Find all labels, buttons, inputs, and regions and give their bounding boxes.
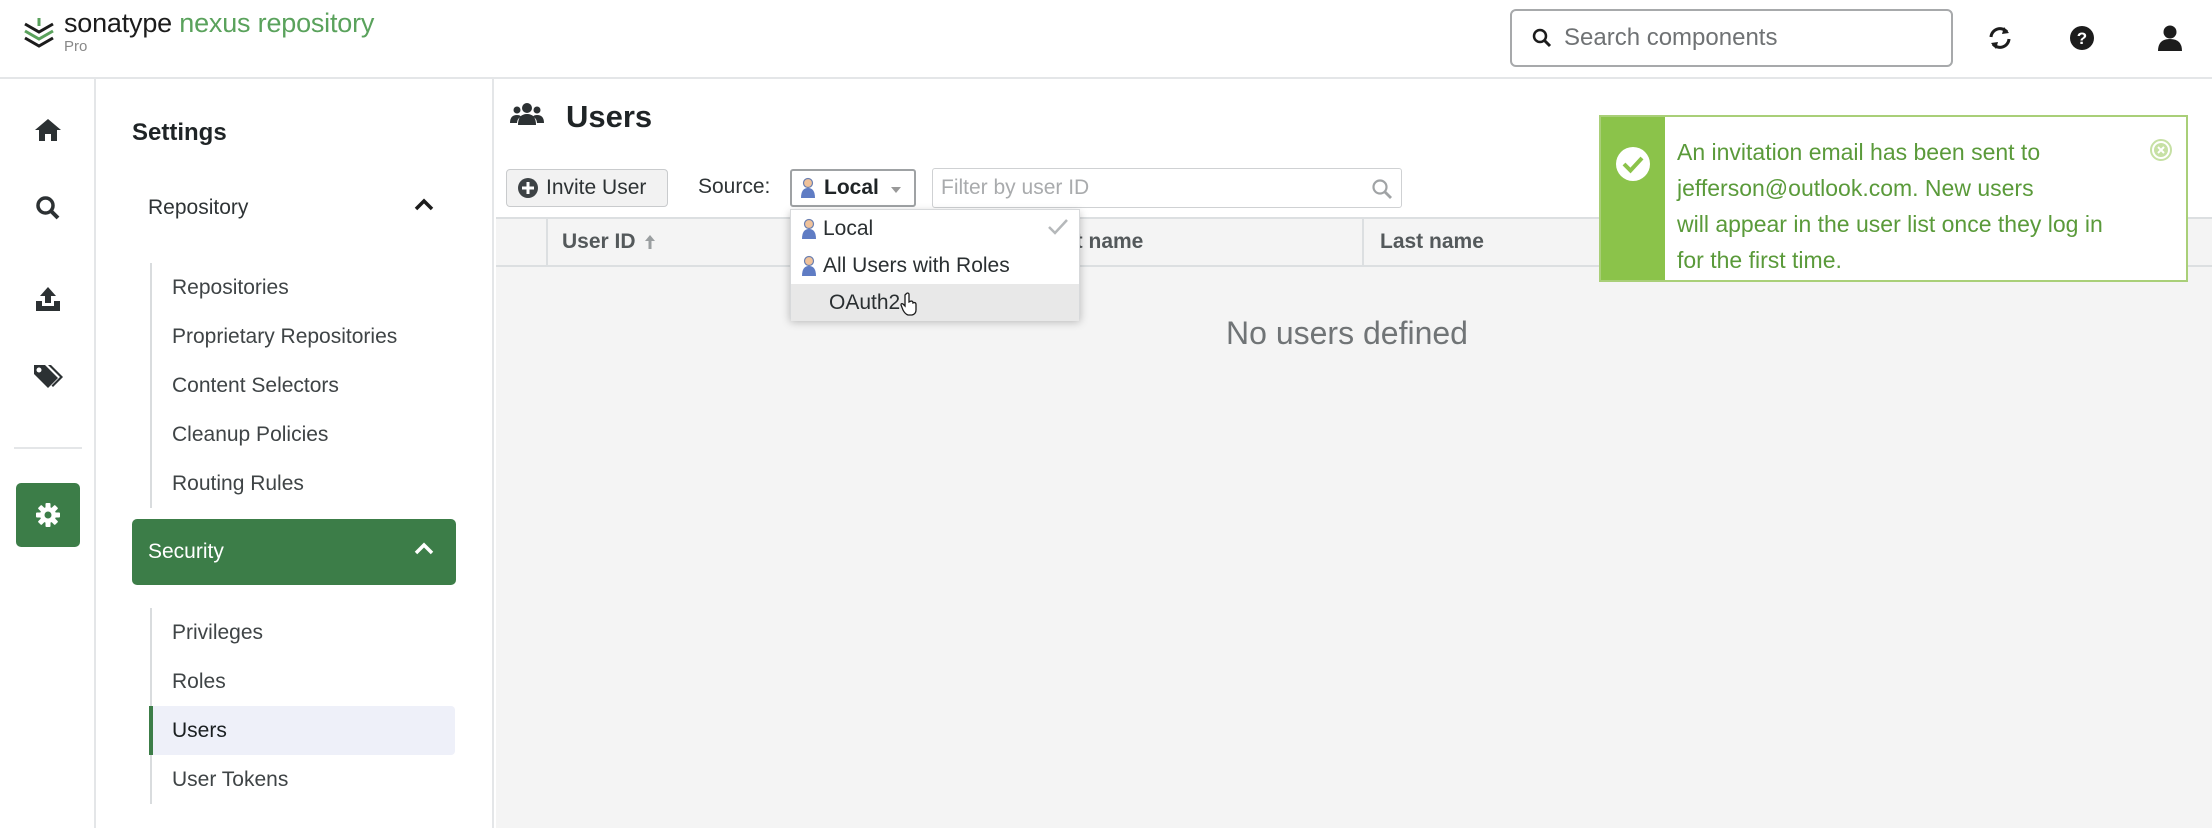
check-circle-icon <box>1616 147 1650 181</box>
left-nav <box>0 79 96 828</box>
settings-item-proprietary-repositories[interactable]: Proprietary Repositories <box>152 312 458 361</box>
page-title: Users <box>566 99 653 134</box>
filter-user-box[interactable] <box>932 168 1402 208</box>
source-label: Source: <box>698 175 771 198</box>
source-option-oauth2[interactable]: OAuth2 <box>791 284 1079 321</box>
source-option-local[interactable]: Local <box>791 210 1079 247</box>
caret-down-icon <box>891 187 901 193</box>
settings-item-cleanup-policies[interactable]: Cleanup Policies <box>152 410 458 459</box>
source-select-value: Local <box>824 176 879 199</box>
settings-title: Settings <box>132 119 227 146</box>
invitation-success-toast: An invitation email has been sent to jef… <box>1599 115 2188 282</box>
settings-item-users[interactable]: Users <box>149 706 455 755</box>
plus-circle-icon <box>518 178 538 198</box>
hand-cursor-icon <box>900 292 917 316</box>
security-group-label: Security <box>148 540 224 563</box>
settings-icon[interactable] <box>16 483 80 547</box>
user-source-icon <box>802 255 816 276</box>
svg-text:?: ? <box>2077 29 2087 48</box>
settings-item-roles[interactable]: Roles <box>152 657 458 706</box>
filter-user-input[interactable] <box>941 176 1361 200</box>
refresh-icon[interactable] <box>1984 22 2016 54</box>
search-icon <box>1532 28 1552 48</box>
app-logo[interactable]: sonatype nexus repository Pro <box>22 10 374 54</box>
settings-item-repositories[interactable]: Repositories <box>152 263 458 312</box>
checkmark-icon <box>1048 219 1068 235</box>
search-components-box[interactable] <box>1510 9 1953 67</box>
close-icon[interactable] <box>2150 139 2172 161</box>
settings-item-content-selectors[interactable]: Content Selectors <box>152 361 458 410</box>
search-components-input[interactable] <box>1564 24 1944 52</box>
tags-icon[interactable] <box>16 345 80 409</box>
settings-item-privileges[interactable]: Privileges <box>152 608 458 657</box>
upload-icon[interactable] <box>16 267 80 331</box>
invite-user-button[interactable]: Invite User <box>506 169 668 207</box>
sonatype-logo-icon <box>24 18 54 48</box>
help-icon[interactable]: ? <box>2066 22 2098 54</box>
user-icon[interactable] <box>2154 22 2186 54</box>
top-bar: sonatype nexus repository Pro ? <box>0 0 2212 79</box>
logo-edition: Pro <box>64 38 88 55</box>
column-user-id[interactable]: User ID <box>562 219 656 265</box>
invite-user-label: Invite User <box>546 176 647 199</box>
magnifier-icon <box>1372 179 1392 199</box>
source-dropdown-menu: Local All Users with Roles OAuth2 <box>790 209 1080 321</box>
logo-product: nexus repository <box>179 8 375 38</box>
column-last-name[interactable]: Last name <box>1380 219 1484 265</box>
column-divider <box>1362 219 1364 265</box>
chevron-up-icon <box>414 198 434 211</box>
sort-up-icon <box>644 235 655 249</box>
settings-item-routing-rules[interactable]: Routing Rules <box>152 459 458 508</box>
empty-state-message: No users defined <box>1226 315 1468 351</box>
toast-status-bar <box>1601 117 1665 280</box>
source-option-all-users-with-roles[interactable]: All Users with Roles <box>791 247 1079 284</box>
repository-group-label: Repository <box>148 196 249 219</box>
logo-brand: sonatype <box>64 8 172 38</box>
chevron-up-icon <box>414 542 434 555</box>
search-nav-icon[interactable] <box>16 176 80 240</box>
users-group-icon <box>510 103 544 125</box>
toast-message: An invitation email has been sent to jef… <box>1677 139 2103 273</box>
security-group-header[interactable]: Security <box>132 519 456 585</box>
source-select[interactable]: Local <box>790 169 916 207</box>
repository-sub-list: Repositories Proprietary Repositories Co… <box>150 263 458 508</box>
settings-panel: Settings Repository Repositories Proprie… <box>98 79 494 828</box>
repository-group-header[interactable]: Repository <box>132 175 456 241</box>
nav-separator <box>14 447 82 449</box>
home-icon[interactable] <box>16 98 80 162</box>
user-source-icon <box>801 177 815 198</box>
user-source-icon <box>802 218 816 239</box>
column-divider <box>546 219 548 265</box>
settings-item-user-tokens[interactable]: User Tokens <box>152 755 458 804</box>
security-sub-list: Privileges Roles Users User Tokens <box>149 608 458 804</box>
